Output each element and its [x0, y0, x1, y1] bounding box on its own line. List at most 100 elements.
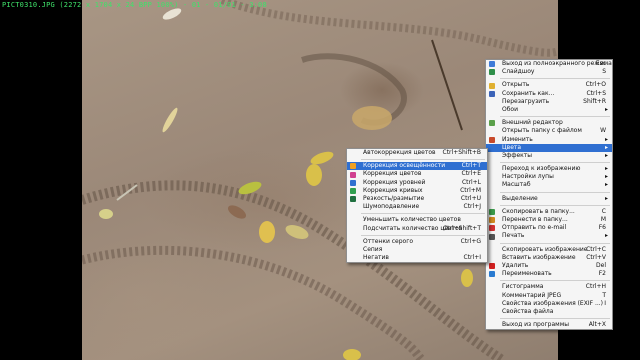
menu-item-label: Сохранить как... — [502, 89, 555, 97]
menu-separator — [361, 159, 485, 161]
menu-item-0[interactable]: Автокоррекция цветов Ctrl+Shift+B — [347, 149, 487, 157]
menu-item-30[interactable]: Гистограмма Ctrl+H — [486, 283, 612, 291]
slideshow-icon — [489, 69, 495, 76]
menu-item-label: Коррекция освещённости — [363, 162, 446, 170]
menu-item-shortcut: Del — [596, 261, 606, 269]
submenu-arrow-icon: ▸ — [604, 165, 608, 173]
menu-item-label: Скопировать изображение — [502, 245, 588, 253]
menu-item-15[interactable]: Настройки лупы ▸ — [486, 173, 612, 181]
submenu-arrow-icon: ▸ — [604, 181, 608, 189]
menu-item-shortcut: F6 — [598, 224, 606, 232]
menu-item-label: Оттенки серого — [363, 237, 414, 245]
menu-item-4[interactable]: Коррекция уровней Ctrl+L — [347, 179, 487, 187]
menu-item-label: Перенести в папку... — [502, 216, 568, 223]
menu-item-5[interactable]: Коррекция кривых Ctrl+M — [347, 187, 487, 195]
submenu-arrow-icon: ▸ — [604, 151, 608, 159]
menu-item-label: Переход к изображению — [502, 165, 581, 173]
menu-item-3[interactable]: Коррекция цветов Ctrl+E — [347, 170, 487, 178]
menu-item-label: Открыть папку с файлом — [502, 127, 582, 135]
menu-separator — [500, 116, 610, 118]
menu-item-shortcut: Alt+X — [588, 321, 606, 329]
curves-icon — [350, 187, 356, 194]
menu-item-14[interactable]: Переход к изображению ▸ — [486, 165, 612, 173]
menu-item-6[interactable]: Обои ▸ — [486, 106, 612, 114]
menu-item-label: Комментарий JPEG — [502, 291, 562, 299]
menu-item-8[interactable]: Внешний редактор — [486, 119, 612, 127]
menu-item-9[interactable]: Уменьшить количество цветов — [347, 216, 487, 224]
menu-item-label: Свойства изображения (EXIF ...) — [502, 299, 604, 307]
menu-item-12[interactable]: Эффекты ▸ — [486, 152, 612, 160]
menu-item-label: Цвета — [502, 143, 522, 151]
menu-item-32[interactable]: Свойства изображения (EXIF ...) I — [486, 300, 612, 308]
menu-separator — [500, 242, 610, 244]
menu-item-25[interactable]: Скопировать изображение Ctrl+C — [486, 246, 612, 254]
menu-item-4[interactable]: Сохранить как... Ctrl+S — [486, 90, 612, 98]
color-correction-icon — [350, 171, 356, 178]
menu-item-shortcut: Ctrl+G — [460, 237, 481, 245]
fullscreen-exit-icon — [489, 61, 495, 68]
menu-item-label: Масштаб — [502, 181, 531, 189]
print-icon — [489, 233, 495, 240]
copy-folder-icon — [489, 209, 495, 215]
status-line: PICT0310.JPG (2272 x 1704 x 24 BPP 100%)… — [2, 1, 267, 9]
menu-item-label: Выделение — [502, 194, 538, 202]
menu-item-31[interactable]: Комментарий JPEG T — [486, 292, 612, 300]
submenu-arrow-icon: ▸ — [604, 143, 608, 151]
menu-item-shortcut: Ctrl+C — [586, 245, 606, 253]
menu-item-shortcut: Ctrl+J — [463, 203, 481, 211]
context-menu-main: Выход из полноэкранного режима Esc Слайдшо… — [485, 59, 613, 331]
menu-item-label: Удалить — [502, 261, 529, 269]
menu-item-label: Отправить по e-mail — [502, 224, 567, 232]
folder-icon — [489, 82, 495, 89]
menu-item-20[interactable]: Скопировать в папку... C — [486, 208, 612, 216]
menu-item-11[interactable]: Цвета ▸ — [486, 143, 612, 152]
menu-item-label: Гистограмма — [502, 283, 544, 291]
menu-item-9[interactable]: Открыть папку с файлом W — [486, 127, 612, 135]
menu-item-label: Эффекты — [502, 151, 532, 159]
menu-item-12[interactable]: Оттенки серого Ctrl+G — [347, 238, 487, 246]
menu-item-2[interactable]: Коррекция освещённости Ctrl+T — [347, 162, 487, 171]
menu-item-shortcut: Ctrl+E — [461, 170, 482, 178]
submenu-arrow-icon: ▸ — [604, 173, 608, 181]
menu-item-6[interactable]: Резкость/размытие Ctrl+U — [347, 195, 487, 203]
menu-item-28[interactable]: Переименовать F2 — [486, 270, 612, 278]
menu-item-13[interactable]: Сепия — [347, 246, 487, 254]
menu-item-22[interactable]: Отправить по e-mail F6 — [486, 224, 612, 232]
menu-item-label: Негатив — [363, 254, 389, 262]
menu-item-label: Обои — [502, 105, 518, 113]
menu-item-10[interactable]: Изменить ▸ — [486, 136, 612, 144]
menu-item-21[interactable]: Перенести в папку... M — [486, 216, 612, 224]
menu-item-shortcut: Ctrl+U — [460, 194, 481, 202]
menu-item-35[interactable]: Выход из программы Alt+X — [486, 321, 612, 329]
menu-item-16[interactable]: Масштаб ▸ — [486, 181, 612, 189]
menu-item-3[interactable]: Открыть Ctrl+O — [486, 81, 612, 89]
menu-item-33[interactable]: Свойства файла — [486, 308, 612, 316]
menu-item-14[interactable]: Негатив Ctrl+I — [347, 254, 487, 262]
menu-item-1[interactable]: Слайдшоу S — [486, 68, 612, 76]
menu-item-18[interactable]: Выделение ▸ — [486, 195, 612, 203]
menu-item-label: Коррекция цветов — [363, 170, 422, 178]
menu-item-shortcut: Shift+R — [583, 97, 606, 105]
menu-separator — [500, 162, 610, 164]
sharpen-icon — [350, 196, 356, 203]
brightness-icon — [350, 163, 356, 170]
menu-item-26[interactable]: Вставить изображение Ctrl+V — [486, 254, 612, 262]
menu-item-shortcut: I — [604, 299, 606, 307]
save-icon — [489, 90, 495, 97]
menu-item-5[interactable]: Перезагрузить Shift+R — [486, 98, 612, 106]
menu-item-27[interactable]: Удалить Del — [486, 262, 612, 270]
menu-item-shortcut: Ctrl+S — [586, 89, 606, 97]
menu-item-0[interactable]: Выход из полноэкранного режима Esc — [486, 60, 612, 68]
menu-item-shortcut: S — [602, 68, 606, 76]
menu-item-shortcut: Ctrl+L — [461, 178, 481, 186]
menu-item-10[interactable]: Подсчитать количество цветов Ctrl+Shift+T — [347, 225, 487, 233]
menu-separator — [361, 213, 485, 215]
menu-item-shortcut: Ctrl+M — [460, 186, 481, 194]
edit-icon — [489, 136, 495, 143]
menu-item-23[interactable]: Печать ▸ — [486, 232, 612, 240]
menu-separator — [500, 204, 610, 206]
rename-icon — [489, 271, 495, 278]
menu-item-7[interactable]: Шумоподавление Ctrl+J — [347, 203, 487, 211]
menu-separator — [500, 318, 610, 320]
menu-separator — [500, 280, 610, 282]
